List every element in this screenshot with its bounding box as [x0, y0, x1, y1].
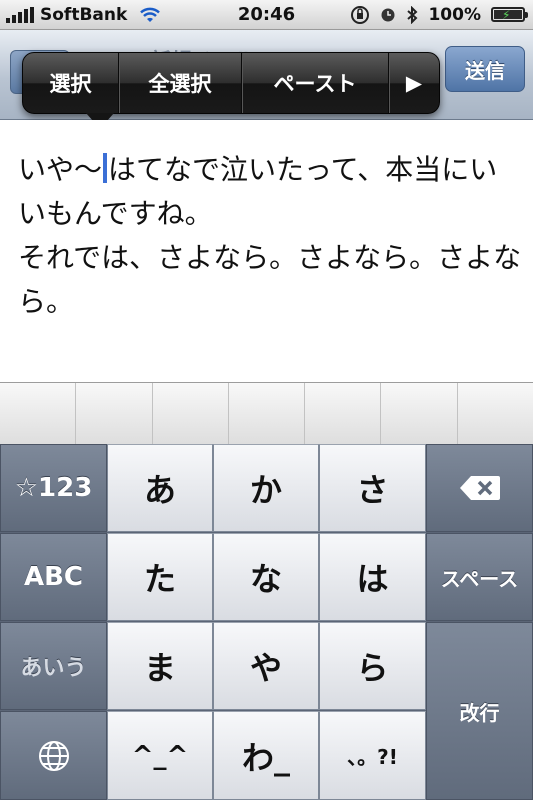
abc-key[interactable]: ABC — [0, 533, 107, 621]
send-button[interactable]: 送信 — [445, 46, 525, 92]
key-ra[interactable]: ら — [319, 622, 426, 710]
edit-menu-popup: 選択 全選択 ペースト ▶ — [22, 52, 440, 114]
key-ka[interactable]: か — [213, 444, 319, 532]
candidate-slot[interactable] — [229, 383, 306, 444]
delete-key[interactable] — [426, 444, 533, 532]
bluetooth-icon — [407, 5, 418, 24]
paste-menu-item[interactable]: ペースト — [242, 53, 389, 113]
more-arrow-icon[interactable]: ▶ — [389, 53, 439, 113]
delete-icon — [459, 476, 500, 500]
wifi-icon — [140, 7, 161, 22]
text-cursor — [103, 153, 108, 183]
text-before-caret: いや〜 — [18, 153, 103, 186]
key-sa[interactable]: さ — [319, 444, 426, 532]
carrier-name: SoftBank — [40, 4, 128, 25]
message-body-editor[interactable]: いや〜 はてなで泣いたって、本当にいいもんですね。 それでは、さよなら。さよなら。… — [0, 120, 533, 382]
key-ma[interactable]: ま — [107, 622, 213, 710]
battery-percent: 100% — [428, 4, 481, 25]
key-wa[interactable]: わ_ — [213, 711, 319, 800]
punctuation-key[interactable]: 、。?! — [319, 711, 426, 800]
alarm-clock-icon — [381, 8, 395, 21]
battery-icon: ⚡ — [491, 7, 528, 22]
candidate-slot[interactable] — [153, 383, 229, 444]
emoticon-key[interactable]: ^_^ — [107, 711, 213, 800]
globe-icon — [38, 740, 69, 771]
globe-key[interactable] — [0, 711, 107, 800]
key-ya[interactable]: や — [213, 622, 319, 710]
symbols-key[interactable]: ☆123 — [0, 444, 107, 532]
japanese-flick-keyboard: ☆123 ABC あいう あ か さ た な は ま や ら ^_^ わ_ 、。… — [0, 444, 533, 800]
candidate-slot[interactable] — [0, 383, 77, 444]
candidate-slot[interactable] — [76, 383, 153, 444]
candidate-slot[interactable] — [381, 383, 458, 444]
key-a[interactable]: あ — [107, 444, 213, 532]
candidate-slot[interactable] — [458, 383, 533, 444]
key-ta[interactable]: た — [107, 533, 213, 621]
signal-strength-icon — [6, 6, 34, 23]
candidate-slot[interactable] — [305, 383, 382, 444]
select-menu-item[interactable]: 選択 — [23, 53, 119, 113]
key-ha[interactable]: は — [319, 533, 426, 621]
key-na[interactable]: な — [213, 533, 319, 621]
return-key[interactable]: 改行 — [426, 622, 533, 800]
message-body-text[interactable]: いや〜 はてなで泣いたって、本当にいいもんですね。 それでは、さよなら。さよなら。… — [18, 148, 523, 324]
select-all-menu-item[interactable]: 全選択 — [119, 53, 242, 113]
orientation-lock-icon — [351, 5, 370, 24]
kana-key[interactable]: あいう — [0, 622, 107, 710]
status-bar: SoftBank 20:46 100% ⚡ — [0, 0, 533, 30]
candidate-bar — [0, 382, 533, 444]
space-key[interactable]: スペース — [426, 533, 533, 621]
